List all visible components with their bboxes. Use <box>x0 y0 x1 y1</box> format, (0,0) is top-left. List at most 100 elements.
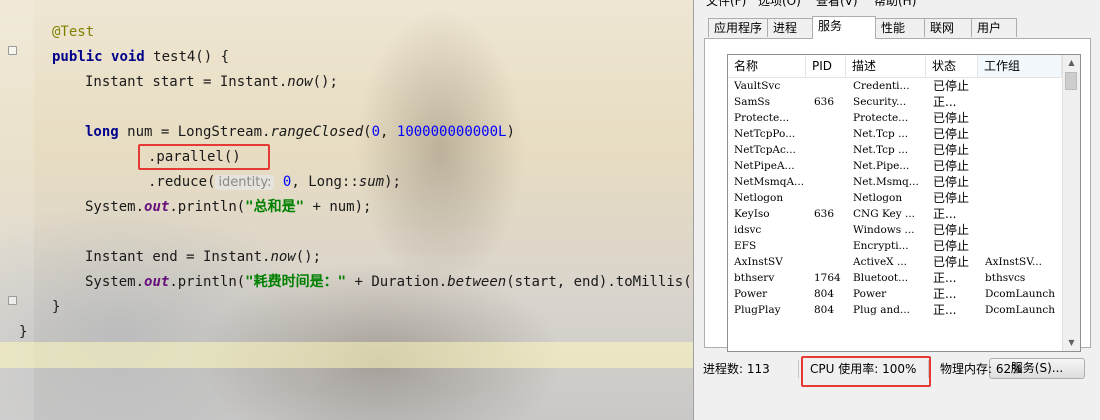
service-name: AxInstSV <box>734 256 783 268</box>
menu-bar: 文件(F) 选项(O) 查看(V) 帮助(H) <box>694 0 1100 10</box>
service-pid: 636 <box>814 96 835 108</box>
service-row[interactable]: KeyIso 636 CNG Key ... 正... <box>728 206 1062 222</box>
code-line-end: Instant end = Instant.now(); <box>85 249 322 265</box>
service-description: ActiveX ... <box>853 256 908 268</box>
service-description: Protecte... <box>853 112 909 124</box>
column-group[interactable]: 工作组 <box>978 55 1062 77</box>
column-status[interactable]: 状态 <box>926 55 978 77</box>
code-line-annotation: @Test <box>52 24 95 40</box>
service-name: idsvc <box>734 224 762 236</box>
tab-services[interactable]: 服务 <box>812 16 876 39</box>
column-name[interactable]: 名称 <box>728 55 806 77</box>
service-name: KeyIso <box>734 208 770 220</box>
service-description: Net.Tcp ... <box>853 144 909 156</box>
service-name: PlugPlay <box>734 304 781 316</box>
tab-networking[interactable]: 联网 <box>924 18 972 37</box>
service-description: Encrypti... <box>853 240 909 252</box>
tab-applications[interactable]: 应用程序 <box>708 18 768 37</box>
service-pid: 804 <box>814 288 835 300</box>
service-name: Protecte... <box>734 112 790 124</box>
service-status: 已停止 <box>933 127 970 141</box>
service-name: VaultSvc <box>734 80 781 92</box>
service-description: Net.Msmq... <box>853 176 919 188</box>
tab-performance[interactable]: 性能 <box>875 18 925 37</box>
service-status: 已停止 <box>933 223 970 237</box>
code-line-longstream: long num = LongStream.rangeClosed(0, 100… <box>85 124 515 140</box>
service-row[interactable]: VaultSvc Credenti... 已停止 <box>728 78 1062 94</box>
scroll-up-icon[interactable]: ▲ <box>1063 55 1080 71</box>
service-description: CNG Key ... <box>853 208 916 220</box>
service-name: SamSs <box>734 96 770 108</box>
service-group: DcomLaunch <box>985 288 1055 300</box>
service-status: 已停止 <box>933 159 970 173</box>
service-name: EFS <box>734 240 757 252</box>
cpu-highlight-box <box>801 356 931 387</box>
tab-processes[interactable]: 进程 <box>767 18 813 37</box>
menu-options[interactable]: 选项(O) <box>758 0 801 9</box>
code-line-close-class: } <box>19 324 28 340</box>
service-row[interactable]: NetMsmqA... Net.Msmq... 已停止 <box>728 174 1062 190</box>
code-text: @Test public void test4() { Instant star… <box>0 0 700 420</box>
service-description: Security... <box>853 96 907 108</box>
service-description: Plug and... <box>853 304 911 316</box>
service-name: NetMsmqA... <box>734 176 805 188</box>
service-row[interactable]: bthserv 1764 Bluetoot... 正... bthsvcs <box>728 270 1062 286</box>
service-row[interactable]: AxInstSV ActiveX ... 已停止 AxInstSV... <box>728 254 1062 270</box>
service-status: 正... <box>933 287 957 301</box>
service-group: bthsvcs <box>985 272 1026 284</box>
service-row[interactable]: Power 804 Power 正... DcomLaunch <box>728 286 1062 302</box>
service-row[interactable]: Netlogon Netlogon 已停止 <box>728 190 1062 206</box>
service-status: 已停止 <box>933 111 970 125</box>
memory-usage: 物理内存: 62% <box>940 362 1023 376</box>
service-description: Bluetoot... <box>853 272 909 284</box>
tab-users[interactable]: 用户 <box>971 18 1017 37</box>
service-status: 已停止 <box>933 191 970 205</box>
service-pid: 804 <box>814 304 835 316</box>
code-editor[interactable]: @Test public void test4() { Instant star… <box>0 0 700 420</box>
scroll-down-icon[interactable]: ▼ <box>1063 335 1080 351</box>
vertical-scrollbar[interactable]: ▲ ▼ <box>1062 55 1080 351</box>
service-description: Net.Pipe... <box>853 160 910 172</box>
service-description: Power <box>853 288 887 300</box>
menu-file[interactable]: 文件(F) <box>706 0 746 9</box>
parallel-highlight-box <box>138 144 270 170</box>
code-line-start: Instant start = Instant.now(); <box>85 74 338 90</box>
service-row[interactable]: NetTcpAc... Net.Tcp ... 已停止 <box>728 142 1062 158</box>
column-description[interactable]: 描述 <box>846 55 926 77</box>
service-group: AxInstSV... <box>985 256 1042 268</box>
parameter-hint: identity: <box>215 175 275 190</box>
service-group: DcomLaunch <box>985 304 1055 316</box>
service-row[interactable]: SamSs 636 Security... 正... <box>728 94 1062 110</box>
column-pid[interactable]: PID <box>806 55 846 77</box>
service-name: NetTcpAc... <box>734 144 796 156</box>
service-name: bthserv <box>734 272 775 284</box>
service-status: 正... <box>933 303 957 317</box>
code-line-print-sum: System.out.println("总和是" + num); <box>85 199 372 215</box>
service-description: Credenti... <box>853 80 910 92</box>
service-status: 已停止 <box>933 143 970 157</box>
service-status: 正... <box>933 271 957 285</box>
service-row[interactable]: PlugPlay 804 Plug and... 正... DcomLaunch <box>728 302 1062 318</box>
service-name: Power <box>734 288 768 300</box>
menu-view[interactable]: 查看(V) <box>816 0 858 9</box>
service-row[interactable]: NetPipeA... Net.Pipe... 已停止 <box>728 158 1062 174</box>
process-count: 进程数: 113 <box>703 362 770 376</box>
service-row[interactable]: Protecte... Protecte... 已停止 <box>728 110 1062 126</box>
service-description: Windows ... <box>853 224 915 236</box>
service-name: Netlogon <box>734 192 784 204</box>
code-line-method-signature: public void test4() { <box>52 49 230 65</box>
code-line-print-time: System.out.println("耗费时间是：" + Duration.b… <box>85 274 700 290</box>
code-line-reduce: .reduce(identity: 0, Long::sum); <box>148 174 401 190</box>
service-row[interactable]: NetTcpPo... Net.Tcp ... 已停止 <box>728 126 1062 142</box>
service-row[interactable]: EFS Encrypti... 已停止 <box>728 238 1062 254</box>
service-description: Netlogon <box>853 192 903 204</box>
service-status: 已停止 <box>933 79 970 93</box>
service-name: NetPipeA... <box>734 160 795 172</box>
services-list[interactable]: 名称 PID 描述 状态 工作组 VaultSvc Credenti... 已停止 S… <box>727 54 1081 352</box>
service-row[interactable]: idsvc Windows ... 已停止 <box>728 222 1062 238</box>
service-status: 正... <box>933 95 957 109</box>
scroll-thumb[interactable] <box>1065 72 1077 90</box>
service-status: 已停止 <box>933 175 970 189</box>
service-status: 已停止 <box>933 255 970 269</box>
menu-help[interactable]: 帮助(H) <box>874 0 916 9</box>
